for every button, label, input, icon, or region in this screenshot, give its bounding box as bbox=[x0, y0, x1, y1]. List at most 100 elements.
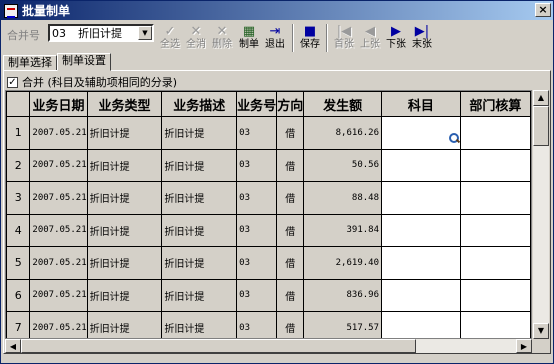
merge-number-code: 03 bbox=[52, 26, 66, 40]
type-cell: 折旧计提 bbox=[86, 278, 163, 312]
deselect-all-button[interactable]: ✕ 全消 bbox=[183, 22, 209, 54]
first-page-button[interactable]: |◀ 首张 bbox=[331, 22, 357, 54]
app-icon bbox=[4, 3, 18, 18]
first-page-label: 首张 bbox=[334, 39, 354, 50]
select-all-icon: ✓ bbox=[164, 24, 176, 39]
date-cell: 2007.05.21 bbox=[29, 148, 88, 182]
column-header[interactable]: 业务日期 bbox=[29, 91, 88, 117]
merge-checkbox-label: 合并 (科目及辅助项相同的分录) bbox=[22, 76, 178, 89]
last-page-button[interactable]: ▶| 末张 bbox=[409, 22, 435, 54]
delete-icon: ✕ bbox=[216, 24, 228, 39]
department-cell[interactable] bbox=[459, 246, 531, 280]
subject-cell[interactable] bbox=[381, 278, 461, 312]
date-cell: 2007.05.21 bbox=[29, 246, 88, 280]
batch-voucher-window: 批量制单 × 合并号 03 折旧计提 ▼ ✓ 全选 ✕ 全消 ✕ 删除 ▦ 制单… bbox=[0, 0, 554, 364]
date-cell: 2007.05.21 bbox=[29, 181, 88, 215]
prev-page-button[interactable]: ◀ 上张 bbox=[357, 22, 383, 54]
table-row[interactable]: 4 2007.05.21 折旧计提 折旧计提 03 借 391.84 bbox=[6, 213, 531, 247]
vertical-scrollbar[interactable]: ▲ ▼ bbox=[533, 90, 549, 339]
search-icon[interactable] bbox=[448, 132, 460, 144]
table-row[interactable]: 3 2007.05.21 折旧计提 折旧计提 03 借 88.48 bbox=[6, 181, 531, 215]
first-page-icon: |◀ bbox=[336, 24, 352, 39]
business-number-cell: 03 bbox=[236, 246, 278, 280]
horizontal-scrollbar[interactable]: ◀ ▶ bbox=[5, 339, 532, 353]
subject-cell[interactable] bbox=[381, 181, 461, 215]
status-bar bbox=[1, 354, 553, 363]
table-row[interactable]: 6 2007.05.21 折旧计提 折旧计提 03 借 836.96 bbox=[6, 278, 531, 312]
voucher-grid: 业务日期 业务类型 业务描述 业务号 方向 发生额 科目 部门核算 1 2007.… bbox=[5, 90, 532, 339]
merge-number-select[interactable]: 03 折旧计提 ▼ bbox=[48, 24, 154, 42]
prev-page-label: 上张 bbox=[360, 39, 380, 50]
department-cell[interactable] bbox=[459, 116, 531, 150]
merge-checkbox[interactable]: ✓ bbox=[7, 76, 18, 88]
scroll-down-button[interactable]: ▼ bbox=[533, 323, 549, 339]
description-cell: 折旧计提 bbox=[161, 181, 238, 215]
subject-cell[interactable] bbox=[381, 246, 461, 280]
direction-cell: 借 bbox=[276, 246, 305, 280]
description-cell: 折旧计提 bbox=[161, 278, 238, 312]
table-row[interactable]: 2 2007.05.21 折旧计提 折旧计提 03 借 50.56 bbox=[6, 148, 531, 182]
select-all-label: 全选 bbox=[160, 39, 180, 50]
department-cell[interactable] bbox=[459, 213, 531, 247]
subject-cell[interactable] bbox=[381, 148, 461, 182]
prev-page-icon: ◀ bbox=[365, 24, 375, 39]
amount-cell: 391.84 bbox=[303, 213, 382, 247]
last-page-label: 末张 bbox=[412, 39, 432, 50]
corner-header bbox=[6, 91, 31, 117]
row-number-cell: 3 bbox=[6, 181, 31, 215]
column-header[interactable]: 部门核算 bbox=[459, 91, 531, 117]
type-cell: 折旧计提 bbox=[86, 246, 163, 280]
row-number-cell: 4 bbox=[6, 213, 31, 247]
exit-button[interactable]: ⇥ 退出 bbox=[262, 22, 288, 54]
amount-cell: 50.56 bbox=[303, 148, 382, 182]
date-cell: 2007.05.21 bbox=[29, 278, 88, 312]
exit-icon: ⇥ bbox=[269, 24, 281, 39]
select-all-button[interactable]: ✓ 全选 bbox=[157, 22, 183, 54]
column-header[interactable]: 方向 bbox=[276, 91, 305, 117]
business-number-cell: 03 bbox=[236, 278, 278, 312]
table-row[interactable]: 7 2007.05.21 折旧计提 折旧计提 03 借 517.57 bbox=[6, 311, 531, 338]
deselect-all-icon: ✕ bbox=[190, 24, 202, 39]
column-header[interactable]: 科目 bbox=[381, 91, 461, 117]
next-page-button[interactable]: ▶ 下张 bbox=[383, 22, 409, 54]
table-row[interactable]: 1 2007.05.21 折旧计提 折旧计提 03 借 8,616.26 bbox=[6, 116, 531, 150]
business-number-cell: 03 bbox=[236, 116, 278, 150]
horizontal-scroll-thumb[interactable] bbox=[21, 339, 416, 353]
description-cell: 折旧计提 bbox=[161, 311, 238, 338]
column-header[interactable]: 业务描述 bbox=[161, 91, 238, 117]
department-cell[interactable] bbox=[459, 181, 531, 215]
vertical-scroll-thumb[interactable] bbox=[533, 106, 549, 146]
date-cell: 2007.05.21 bbox=[29, 116, 88, 150]
description-cell: 折旧计提 bbox=[161, 148, 238, 182]
tab-voucher-selection[interactable]: 制单选择 bbox=[3, 55, 57, 71]
chevron-down-icon[interactable]: ▼ bbox=[138, 26, 152, 40]
merge-option[interactable]: ✓ 合并 (科目及辅助项相同的分录) bbox=[7, 75, 177, 89]
row-number-cell: 7 bbox=[6, 311, 31, 338]
last-page-icon: ▶| bbox=[414, 24, 430, 39]
department-cell[interactable] bbox=[459, 278, 531, 312]
scroll-left-button[interactable]: ◀ bbox=[5, 339, 21, 353]
scroll-up-button[interactable]: ▲ bbox=[533, 90, 549, 106]
column-header[interactable]: 业务号 bbox=[236, 91, 278, 117]
toolbar-separator bbox=[326, 24, 328, 52]
toolbar: 合并号 03 折旧计提 ▼ ✓ 全选 ✕ 全消 ✕ 删除 ▦ 制单 ⇥ 退出 ■ bbox=[1, 21, 553, 55]
make-voucher-button[interactable]: ▦ 制单 bbox=[236, 22, 262, 54]
title-bar: 批量制单 × bbox=[1, 1, 553, 20]
description-cell: 折旧计提 bbox=[161, 246, 238, 280]
subject-cell[interactable] bbox=[381, 213, 461, 247]
tab-voucher-settings[interactable]: 制单设置 bbox=[57, 53, 111, 71]
subject-cell[interactable] bbox=[381, 116, 461, 150]
table-row[interactable]: 5 2007.05.21 折旧计提 折旧计提 03 借 2,619.40 bbox=[6, 246, 531, 280]
save-label: 保存 bbox=[300, 39, 320, 50]
close-button[interactable]: × bbox=[535, 3, 551, 17]
toolbar-separator bbox=[292, 24, 294, 52]
header-row: 业务日期 业务类型 业务描述 业务号 方向 发生额 科目 部门核算 bbox=[6, 91, 531, 117]
column-header[interactable]: 发生额 bbox=[303, 91, 382, 117]
scroll-right-button[interactable]: ▶ bbox=[516, 339, 532, 353]
delete-button[interactable]: ✕ 删除 bbox=[209, 22, 235, 54]
subject-cell[interactable] bbox=[381, 311, 461, 338]
column-header[interactable]: 业务类型 bbox=[86, 91, 163, 117]
department-cell[interactable] bbox=[459, 311, 531, 338]
save-button[interactable]: ■ 保存 bbox=[297, 22, 323, 54]
department-cell[interactable] bbox=[459, 148, 531, 182]
